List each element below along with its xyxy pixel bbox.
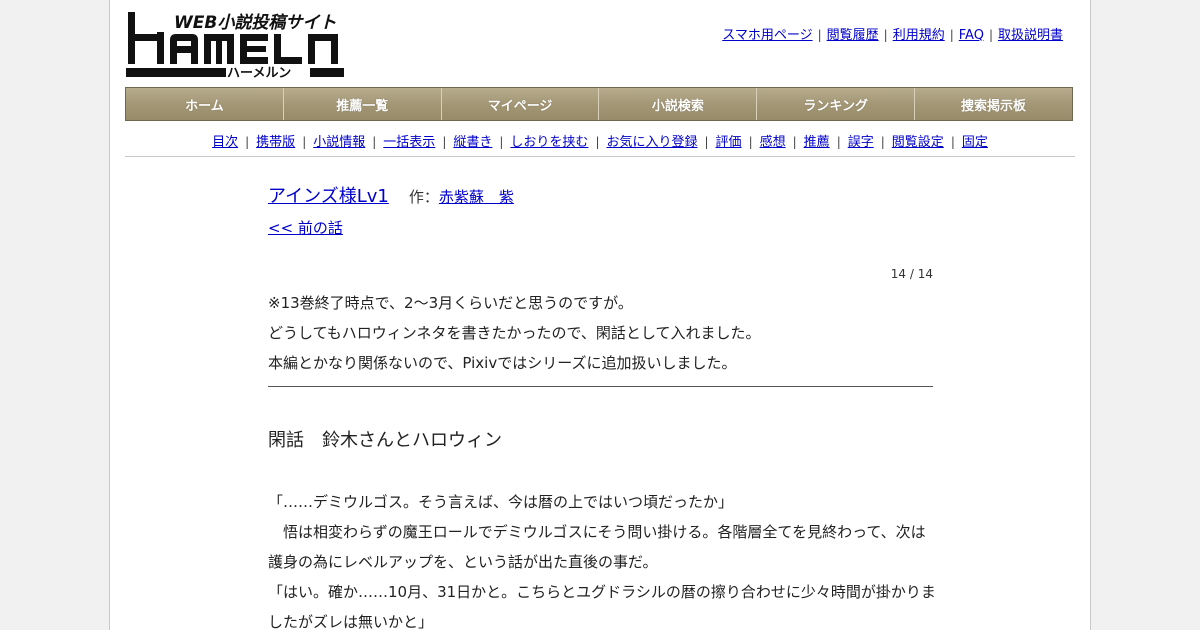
separator: | bbox=[302, 135, 307, 149]
separator: | bbox=[817, 28, 822, 42]
subnav-review[interactable]: 感想 bbox=[760, 135, 786, 150]
separator: | bbox=[748, 135, 753, 149]
body-line: 「……デミウルゴス。そう言えば、今は暦の上ではいつ頃だったか」 bbox=[268, 493, 734, 511]
author-link[interactable]: 赤紫蘇 紫 bbox=[439, 188, 514, 206]
novel-title-link[interactable]: アインズ様Lv1 bbox=[268, 186, 389, 207]
author-prefix: 作： bbox=[408, 188, 439, 206]
preface-divider bbox=[268, 386, 933, 387]
logo-reading: ハーメルン bbox=[227, 66, 291, 80]
separator: | bbox=[595, 135, 600, 149]
nav-ranking[interactable]: ランキング bbox=[757, 88, 916, 120]
link-smartphone[interactable]: スマホ用ページ bbox=[722, 28, 812, 43]
novel-header: アインズ様Lv1 作：赤紫蘇 紫 bbox=[268, 180, 933, 214]
prev-episode-link[interactable]: << 前の話 bbox=[268, 219, 343, 237]
separator: | bbox=[836, 135, 841, 149]
separator: | bbox=[792, 135, 797, 149]
logo-tagline: WEB小説投稿サイト bbox=[174, 13, 336, 33]
preface-line: 本編とかなり関係ないので、Pixivではシリーズに追加扱いしました。 bbox=[268, 354, 737, 372]
separator: | bbox=[950, 135, 955, 149]
nav-home[interactable]: ホーム bbox=[126, 88, 284, 120]
top-links: スマホ用ページ | 閲覧履歴 | 利用規約 | FAQ | 取扱説明書 bbox=[722, 24, 1063, 43]
page-count: 14 / 14 bbox=[890, 267, 933, 281]
subnav-typo[interactable]: 誤字 bbox=[848, 135, 874, 150]
main-nav: ホーム 推薦一覧 マイページ 小説検索 ランキング 捜索掲示板 bbox=[125, 87, 1073, 121]
separator: | bbox=[880, 135, 885, 149]
link-history[interactable]: 閲覧履歴 bbox=[827, 28, 879, 43]
subnav-favorite[interactable]: お気に入り登録 bbox=[606, 135, 697, 150]
body-line: 悟は相変わらずの魔王ロールでデミウルゴスにそう問い掛ける。各階層全てを見終わって… bbox=[268, 523, 926, 541]
chapter-title: 閑話 鈴木さんとハロウィン bbox=[268, 430, 502, 451]
novel-content: アインズ様Lv1 作：赤紫蘇 紫 << 前の話 14 / 14 ※13巻終了時点で… bbox=[268, 180, 936, 630]
separator: | bbox=[499, 135, 504, 149]
separator: | bbox=[704, 135, 709, 149]
prev-episode-row: << 前の話 bbox=[268, 214, 933, 242]
subnav-show-all[interactable]: 一括表示 bbox=[383, 135, 435, 150]
link-terms[interactable]: 利用規約 bbox=[893, 28, 945, 43]
link-manual[interactable]: 取扱説明書 bbox=[998, 28, 1063, 43]
nav-novel-search[interactable]: 小説検索 bbox=[599, 88, 758, 120]
sub-nav: 目次 | 携帯版 | 小説情報 | 一括表示 | 縦書き | しおりを挟む | お気に入り登録 | 評価 | 感… bbox=[125, 131, 1075, 150]
subnav-rating[interactable]: 評価 bbox=[716, 135, 742, 150]
divider bbox=[125, 156, 1075, 157]
preface-line: ※13巻終了時点で、2～3月くらいだと思うのですが。 bbox=[268, 294, 633, 312]
separator: | bbox=[245, 135, 250, 149]
body-line: 護身の為にレベルアップを、という話が出た直後の事だ。 bbox=[268, 553, 658, 571]
link-faq[interactable]: FAQ bbox=[959, 28, 984, 43]
subnav-recommend[interactable]: 推薦 bbox=[804, 135, 830, 150]
separator: | bbox=[988, 28, 993, 42]
hameln-logo[interactable]: WEB小説投稿サイト ハーメルン bbox=[126, 10, 346, 80]
nav-recommendations[interactable]: 推薦一覧 bbox=[283, 88, 442, 120]
separator: | bbox=[372, 135, 377, 149]
body-line: したがズレは無いかと」 bbox=[268, 613, 434, 630]
separator: | bbox=[442, 135, 447, 149]
subnav-mobile[interactable]: 携帯版 bbox=[256, 135, 295, 150]
subnav-novel-info[interactable]: 小説情報 bbox=[313, 135, 365, 150]
preface: ※13巻終了時点で、2～3月くらいだと思うのですが。 どうしてもハロウィンネタを… bbox=[268, 288, 933, 378]
separator: | bbox=[883, 28, 888, 42]
subnav-pin[interactable]: 固定 bbox=[962, 135, 988, 150]
chapter-body: 「……デミウルゴス。そう言えば、今は暦の上ではいつ頃だったか」 悟は相変わらずの… bbox=[268, 487, 936, 630]
separator: | bbox=[949, 28, 954, 42]
subnav-toc[interactable]: 目次 bbox=[212, 135, 238, 150]
subnav-view-settings[interactable]: 閲覧設定 bbox=[892, 135, 944, 150]
hameln-logo-graphic: WEB小説投稿サイト ハーメルン bbox=[126, 12, 344, 80]
preface-line: どうしてもハロウィンネタを書きたかったので、閑話として入れました。 bbox=[268, 324, 761, 342]
subnav-bookmark[interactable]: しおりを挟む bbox=[510, 135, 588, 150]
nav-mypage[interactable]: マイページ bbox=[441, 88, 600, 120]
nav-search-board[interactable]: 捜索掲示板 bbox=[915, 88, 1072, 120]
body-line: 「はい。確か……10月、31日かと。こちらとユグドラシルの暦の擦り合わせに少々時… bbox=[268, 583, 936, 601]
page-frame: WEB小説投稿サイト ハーメルン スマホ用ページ | 閲覧履歴 | 利用規約 | FAQ | 取… bbox=[109, 0, 1091, 630]
subnav-vertical[interactable]: 縦書き bbox=[453, 135, 492, 150]
